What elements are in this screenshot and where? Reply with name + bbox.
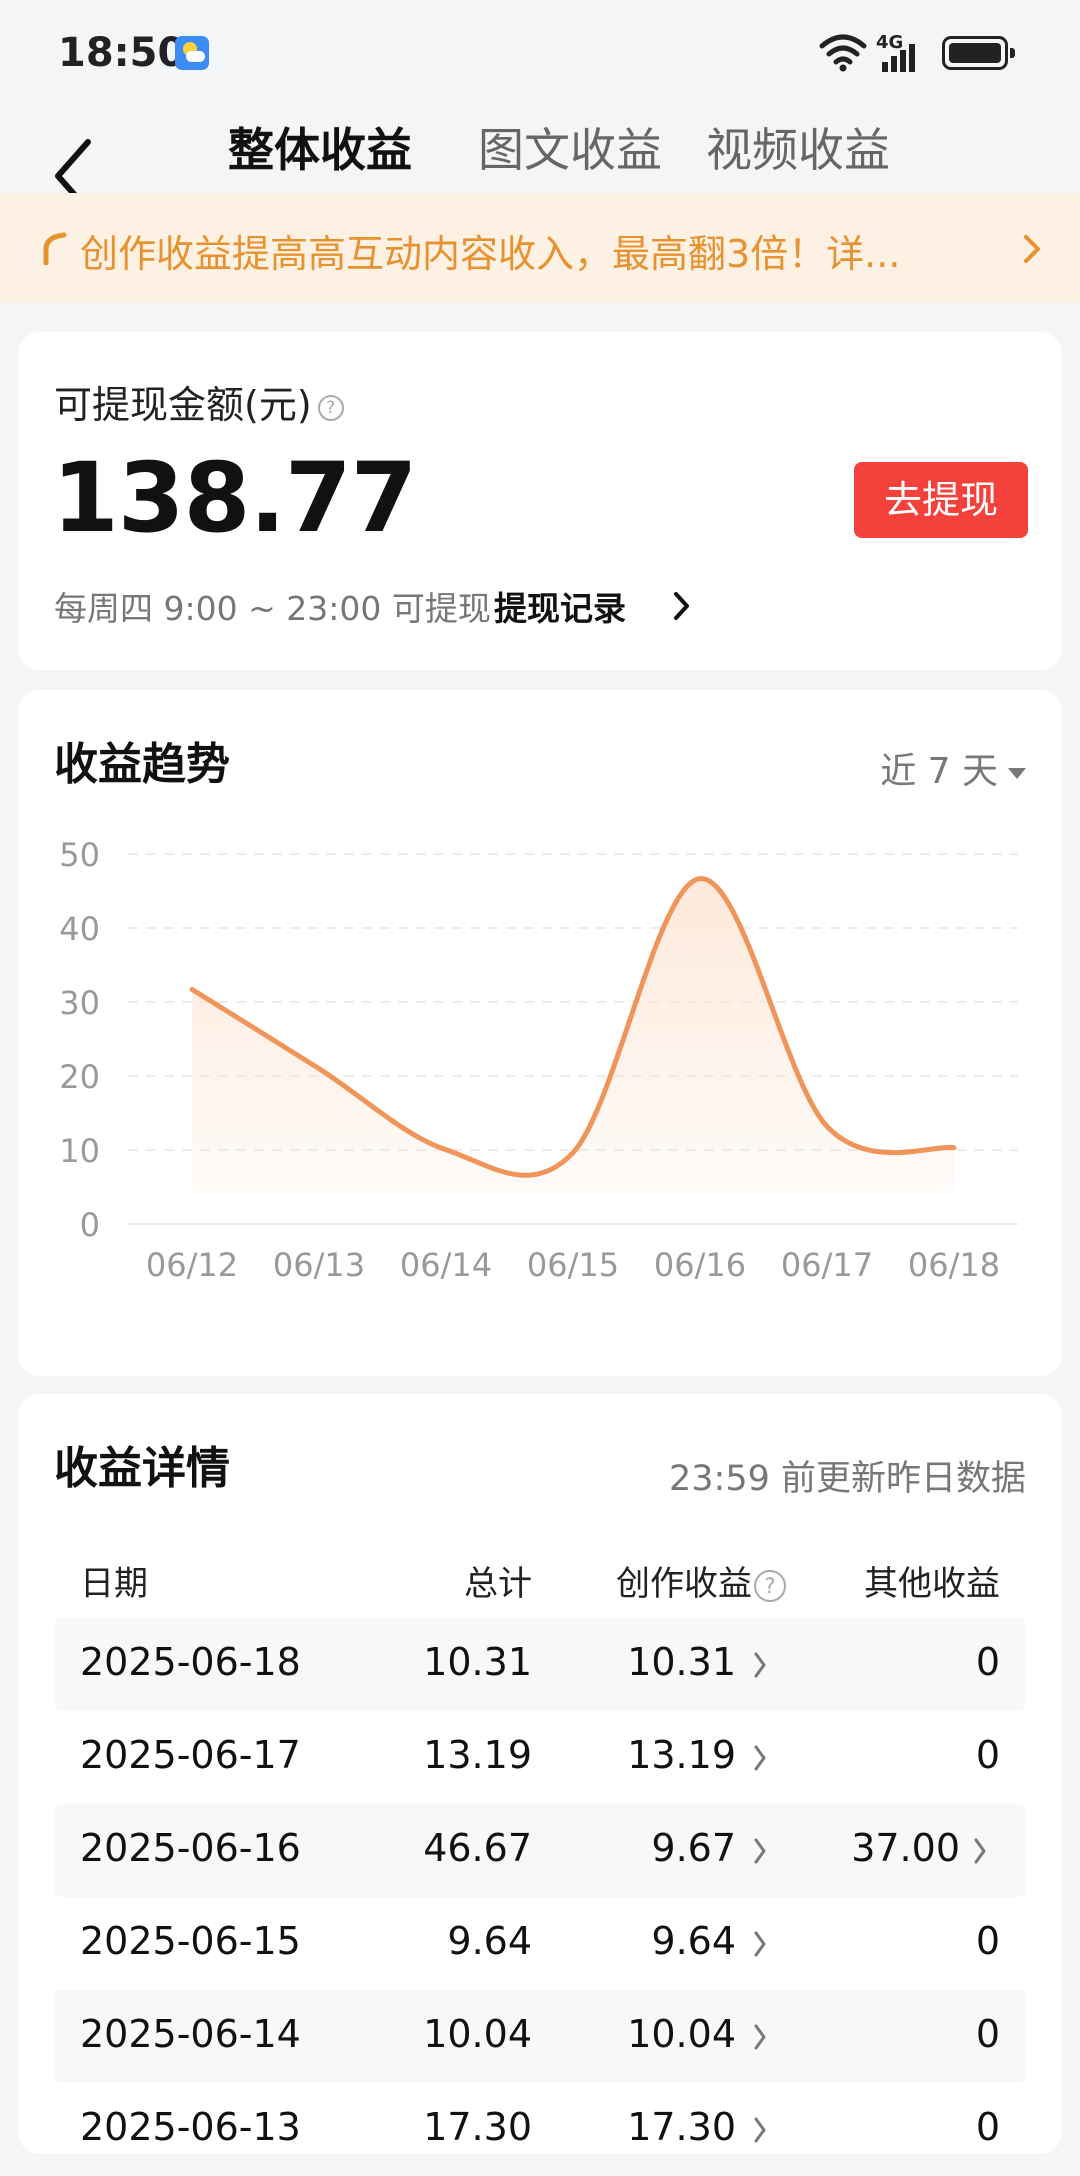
withdraw-schedule: 每周四 9:00 ~ 23:00 可提现 xyxy=(54,582,491,630)
chevron-right-icon[interactable] xyxy=(752,1929,768,1959)
row-date: 2025-06-17 xyxy=(80,1733,301,1777)
help-icon[interactable]: ? xyxy=(754,1570,786,1602)
tab-video-income[interactable]: 视频收益 xyxy=(706,114,890,180)
row-total: 13.19 xyxy=(423,1733,532,1777)
row-other-income: 0 xyxy=(976,1640,1000,1684)
table-row[interactable]: 2025-06-13 17.30 17.30 0 xyxy=(54,2083,1026,2176)
row-date: 2025-06-13 xyxy=(80,2105,301,2149)
x-tick-label: 06/15 xyxy=(527,1246,619,1284)
row-create-income[interactable]: 10.31 xyxy=(627,1640,736,1684)
chevron-right-icon[interactable] xyxy=(752,1743,768,1773)
row-other-income: 0 xyxy=(976,2105,1000,2149)
y-tick-label: 20 xyxy=(59,1058,100,1096)
chevron-right-icon[interactable] xyxy=(672,588,692,624)
x-tick-label: 06/12 xyxy=(146,1246,238,1284)
system-icons: 4G xyxy=(818,32,1018,76)
column-date: 日期 xyxy=(80,1556,148,1605)
row-date: 2025-06-18 xyxy=(80,1640,301,1684)
row-date: 2025-06-15 xyxy=(80,1919,301,1963)
row-create-income[interactable]: 9.67 xyxy=(651,1826,736,1870)
help-icon[interactable]: ? xyxy=(318,395,344,421)
wifi-icon xyxy=(818,32,868,72)
row-date: 2025-06-16 xyxy=(80,1826,301,1870)
row-create-income[interactable]: 17.30 xyxy=(627,2105,736,2149)
table-body: 2025-06-18 10.31 10.31 0 2025-06-17 13.19 13.1… xyxy=(54,1618,1026,2176)
balance-label-text: 可提现金额(元) xyxy=(54,383,312,427)
tab-overall-income[interactable]: 整体收益 xyxy=(228,114,412,180)
table-row[interactable]: 2025-06-14 10.04 10.04 0 xyxy=(54,1990,1026,2083)
chevron-right-icon[interactable] xyxy=(972,1836,988,1866)
chevron-right-icon xyxy=(1020,229,1046,269)
y-tick-label: 10 xyxy=(59,1132,100,1170)
row-other-income: 0 xyxy=(976,2012,1000,2056)
tab-article-income[interactable]: 图文收益 xyxy=(478,114,662,180)
top-navigation: 整体收益 图文收益 视频收益 xyxy=(0,110,1080,195)
income-table: 日期 总计 创作收益? 其他收益 2025-06-1810.3110.31020… xyxy=(54,1534,1026,2176)
table-row[interactable]: 2025-06-16 46.67 9.67 37.00 xyxy=(54,1804,1026,1897)
y-tick-label: 40 xyxy=(59,910,100,948)
x-tick-label: 06/13 xyxy=(273,1246,365,1284)
balance-amount: 138.77 xyxy=(52,442,416,554)
column-create: 创作收益? xyxy=(616,1556,786,1605)
y-tick-label: 0 xyxy=(80,1206,100,1244)
income-trend-chart: 0 10 20 30 40 50 06/12 06/13 06/14 06/15 06/16 06/1… xyxy=(18,810,1062,1340)
column-total: 总计 xyxy=(464,1556,532,1605)
row-other-income[interactable]: 37.00 xyxy=(851,1826,960,1870)
update-note: 23:59 前更新昨日数据 xyxy=(669,1450,1026,1501)
row-total: 17.30 xyxy=(423,2105,532,2149)
status-time: 18:50 xyxy=(58,30,185,76)
row-date: 2025-06-14 xyxy=(80,2012,301,2056)
banner-text: 创作收益提高高互动内容收入，最高翻3倍！详... xyxy=(80,223,900,278)
chevron-right-icon[interactable] xyxy=(752,1836,768,1866)
x-tick-label: 06/16 xyxy=(654,1246,746,1284)
row-total: 10.04 xyxy=(423,2012,532,2056)
income-trend-card: 收益趋势 近 7 天 0 10 20 30 40 50 06/12 06/13 06/14 06/… xyxy=(18,690,1062,1376)
status-bar: 18:50 4G xyxy=(0,0,1080,110)
withdraw-button[interactable]: 去提现 xyxy=(854,462,1028,538)
x-tick-label: 06/17 xyxy=(781,1246,873,1284)
signal-icon xyxy=(882,42,924,72)
y-tick-label: 50 xyxy=(59,836,100,874)
row-total: 9.64 xyxy=(447,1919,532,1963)
battery-icon xyxy=(942,36,1008,70)
series-area xyxy=(192,879,954,1194)
table-row[interactable]: 2025-06-15 9.64 9.64 0 xyxy=(54,1897,1026,1990)
caret-down-icon xyxy=(1008,768,1026,779)
balance-card: 可提现金额(元)? 138.77 去提现 每周四 9:00 ~ 23:00 可提… xyxy=(18,332,1062,670)
detail-title: 收益详情 xyxy=(54,1432,230,1496)
trend-title: 收益趋势 xyxy=(54,728,230,792)
balance-label: 可提现金额(元)? xyxy=(54,374,344,429)
chevron-right-icon[interactable] xyxy=(752,2115,768,2145)
promo-banner[interactable]: 创作收益提高高互动内容收入，最高翻3倍！详... xyxy=(0,193,1080,303)
row-total: 46.67 xyxy=(423,1826,532,1870)
income-detail-card: 收益详情 23:59 前更新昨日数据 日期 总计 创作收益? 其他收益 2025… xyxy=(18,1394,1062,2154)
table-row[interactable]: 2025-06-17 13.19 13.19 0 xyxy=(54,1711,1026,1804)
x-tick-label: 06/14 xyxy=(400,1246,492,1284)
row-other-income: 0 xyxy=(976,1733,1000,1777)
weather-icon xyxy=(175,36,209,70)
column-other: 其他收益 xyxy=(864,1556,1000,1605)
row-create-income[interactable]: 9.64 xyxy=(651,1919,736,1963)
withdraw-record-link[interactable]: 提现记录 xyxy=(494,582,626,630)
range-selector[interactable]: 近 7 天 xyxy=(880,742,1026,794)
row-create-income[interactable]: 13.19 xyxy=(627,1733,736,1777)
table-row[interactable]: 2025-06-18 10.31 10.31 0 xyxy=(54,1618,1026,1711)
chevron-right-icon[interactable] xyxy=(752,2022,768,2052)
range-label: 近 7 天 xyxy=(880,751,998,792)
chevron-right-icon[interactable] xyxy=(752,1650,768,1680)
x-tick-label: 06/18 xyxy=(908,1246,1000,1284)
table-header: 日期 总计 创作收益? 其他收益 xyxy=(54,1534,1026,1618)
row-total: 10.31 xyxy=(423,1640,532,1684)
row-create-income[interactable]: 10.04 xyxy=(627,2012,736,2056)
row-other-income: 0 xyxy=(976,1919,1000,1963)
horn-icon xyxy=(42,231,72,265)
y-tick-label: 30 xyxy=(59,984,100,1022)
column-create-label: 创作收益 xyxy=(616,1564,752,1604)
